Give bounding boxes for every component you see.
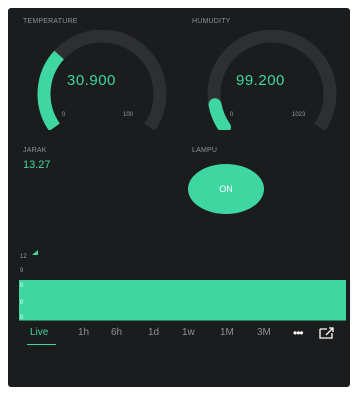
time-range-tabs: Live 1h 6h 1d 1w 1M 3M •••	[8, 324, 350, 346]
bar-marker-2: 0	[20, 300, 24, 306]
bar-marker-1: 0	[20, 283, 24, 289]
bar-marker-3: 0	[20, 315, 24, 321]
y-tick-12: 12	[20, 254, 27, 260]
chart-bar	[19, 280, 346, 320]
tab-1h[interactable]: 1h	[78, 327, 89, 338]
export-icon[interactable]	[319, 327, 335, 339]
tab-live[interactable]: Live	[30, 327, 48, 338]
chart-spike-marker	[32, 250, 38, 255]
humidity-label: HUMUDITY	[192, 18, 231, 25]
tab-3m[interactable]: 3M	[257, 327, 271, 338]
tab-1w[interactable]: 1w	[182, 327, 195, 338]
humidity-value: 99.200	[236, 72, 285, 89]
tab-1d[interactable]: 1d	[148, 327, 159, 338]
jarak-value: 13.27	[23, 159, 51, 171]
tab-6h[interactable]: 6h	[111, 327, 122, 338]
humidity-gauge-fill	[208, 98, 231, 130]
temperature-gauge-fill	[37, 50, 65, 130]
temperature-max: 100	[123, 112, 134, 118]
temperature-value: 30.900	[67, 72, 116, 89]
lampu-on-button[interactable]: ON	[188, 164, 264, 214]
temperature-label: TEMPERATURE	[23, 18, 78, 25]
lampu-label: LAMPU	[192, 147, 218, 154]
history-chart: 12 9 0 0 0	[8, 238, 350, 330]
more-horizontal-icon[interactable]: •••	[293, 327, 304, 339]
humidity-max: 1023	[292, 112, 306, 118]
humidity-min: 0	[230, 112, 234, 118]
temperature-min: 0	[62, 112, 66, 118]
jarak-label: JARAK	[23, 147, 47, 154]
active-tab-underline	[27, 344, 56, 345]
y-tick-9: 9	[20, 268, 24, 274]
tab-1m[interactable]: 1M	[220, 327, 234, 338]
blynk-dashboard: TEMPERATURE 30.900 0 100 HUMUDITY 99.200…	[8, 8, 350, 387]
